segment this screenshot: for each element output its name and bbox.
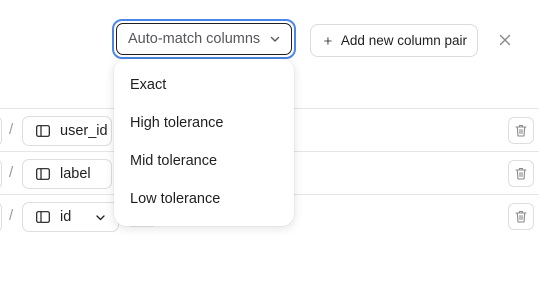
delete-row-button[interactable] [508,160,534,187]
menu-item-exact[interactable]: Exact [114,66,294,104]
close-icon[interactable] [498,33,512,47]
source-column-field[interactable] [0,159,2,189]
add-column-pair-button[interactable]: Add new column pair [310,24,478,57]
column-matching-panel: Auto-match columns Add new column pair /… [0,0,539,295]
menu-item-low-tolerance[interactable]: Low tolerance [114,180,294,218]
target-column-select[interactable]: label [22,159,112,189]
target-column-select[interactable]: user_id [22,116,112,146]
automatch-options-menu: Exact High tolerance Mid tolerance Low t… [114,59,294,226]
source-column-field[interactable] [0,116,2,146]
chevron-down-icon [96,214,105,220]
row-separator: / [9,207,14,224]
column-icon [36,211,50,223]
trash-icon [515,167,527,180]
column-icon [36,125,50,137]
menu-item-high-tolerance[interactable]: High tolerance [114,104,294,142]
column-name: id [60,209,72,225]
menu-item-mid-tolerance[interactable]: Mid tolerance [114,142,294,180]
row-separator: / [9,164,14,181]
row-separator: / [9,121,14,138]
trash-icon [515,124,527,137]
add-column-pair-label: Add new column pair [340,33,467,48]
delete-row-button[interactable] [508,117,534,144]
delete-row-button[interactable] [508,203,534,230]
column-icon [36,168,50,180]
chevron-down-icon [270,36,280,42]
target-column-select[interactable]: id [22,202,119,232]
source-column-field[interactable] [0,202,2,232]
automatch-focus-ring: Auto-match columns [112,19,296,59]
column-name: user_id [60,123,108,139]
plus-icon [324,36,332,45]
automatch-columns-label: Auto-match columns [128,31,261,47]
column-name: label [60,166,91,182]
automatch-columns-dropdown[interactable]: Auto-match columns [116,23,292,55]
trash-icon [515,210,527,223]
